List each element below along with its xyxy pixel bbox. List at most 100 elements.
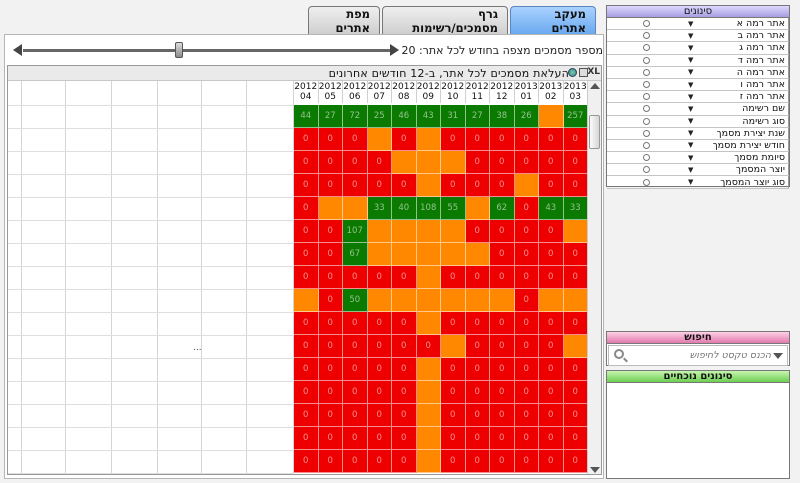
- heatmap-cell[interactable]: 0: [465, 427, 490, 450]
- excel-export-icon[interactable]: XL: [587, 67, 600, 77]
- heatmap-cell[interactable]: 0: [563, 381, 588, 404]
- heatmap-cell[interactable]: 33: [367, 197, 392, 220]
- tab-site-map[interactable]: מפת אתרים: [308, 6, 380, 35]
- heatmap-cell[interactable]: 0: [318, 312, 343, 335]
- heatmap-cell[interactable]: 0: [441, 312, 466, 335]
- heatmap-cell[interactable]: 0: [392, 450, 417, 473]
- heatmap-cell[interactable]: 0: [465, 174, 490, 197]
- dropdown-arrow-icon[interactable]: ▼: [688, 105, 693, 113]
- heatmap-cell[interactable]: [416, 266, 441, 289]
- heatmap-cell[interactable]: 0: [514, 289, 539, 312]
- heatmap-cell[interactable]: 0: [441, 450, 466, 473]
- heatmap-cell[interactable]: [514, 174, 539, 197]
- heatmap-cell[interactable]: [441, 151, 466, 174]
- heatmap-cell[interactable]: 0: [490, 174, 515, 197]
- heatmap-cell[interactable]: 0: [343, 381, 368, 404]
- heatmap-cell[interactable]: 0: [318, 335, 343, 358]
- heatmap-cell[interactable]: [563, 289, 588, 312]
- heatmap-cell[interactable]: 0: [392, 335, 417, 358]
- heatmap-cell[interactable]: 0: [318, 427, 343, 450]
- search-input[interactable]: [633, 348, 771, 363]
- heatmap-cell[interactable]: 0: [490, 128, 515, 151]
- heatmap-cell[interactable]: 0: [392, 381, 417, 404]
- filter-dropdown[interactable]: אתר רמה ד ▼: [685, 54, 789, 66]
- heatmap-cell[interactable]: 0: [441, 404, 466, 427]
- dropdown-arrow-icon[interactable]: ▼: [688, 154, 693, 162]
- filter-radio[interactable]: [642, 32, 650, 40]
- heatmap-cell[interactable]: 25: [367, 105, 392, 128]
- heatmap-cell[interactable]: 0: [441, 427, 466, 450]
- heatmap-cell[interactable]: 0: [539, 174, 564, 197]
- filter-radio[interactable]: [642, 166, 650, 174]
- heatmap-cell[interactable]: 0: [465, 266, 490, 289]
- filter-dropdown[interactable]: שנת יצירת מסמך ▼: [685, 127, 789, 139]
- heatmap-cell[interactable]: 0: [343, 358, 368, 381]
- heatmap-cell[interactable]: [416, 128, 441, 151]
- heatmap-cell[interactable]: 0: [539, 128, 564, 151]
- heatmap-cell[interactable]: 0: [318, 151, 343, 174]
- heatmap-cell[interactable]: 0: [490, 220, 515, 243]
- dropdown-arrow-icon[interactable]: ▼: [688, 20, 693, 28]
- heatmap-cell[interactable]: 26: [514, 105, 539, 128]
- scroll-thumb[interactable]: [589, 115, 600, 149]
- heatmap-cell[interactable]: 0: [563, 151, 588, 174]
- heatmap-cell[interactable]: 0: [514, 197, 539, 220]
- filter-radio[interactable]: [642, 44, 650, 52]
- heatmap-cell[interactable]: [465, 289, 490, 312]
- heatmap-cell[interactable]: 0: [465, 151, 490, 174]
- heatmap-cell[interactable]: [367, 128, 392, 151]
- filter-radio[interactable]: [642, 129, 650, 137]
- heatmap-cell[interactable]: 0: [514, 266, 539, 289]
- heatmap-cell[interactable]: 0: [392, 312, 417, 335]
- heatmap-cell[interactable]: 0: [294, 220, 319, 243]
- heatmap-cell[interactable]: 0: [367, 312, 392, 335]
- filter-dropdown[interactable]: אתר רמה ב ▼: [685, 30, 789, 42]
- heatmap-cell[interactable]: 0: [514, 220, 539, 243]
- heatmap-cell[interactable]: [318, 197, 343, 220]
- filter-dropdown[interactable]: שם רשימה ▼: [685, 103, 789, 115]
- heatmap-cell[interactable]: 0: [490, 404, 515, 427]
- heatmap-cell[interactable]: 0: [539, 220, 564, 243]
- heatmap-cell[interactable]: 62: [490, 197, 515, 220]
- heatmap-cell[interactable]: 0: [343, 174, 368, 197]
- heatmap-cell[interactable]: 0: [539, 266, 564, 289]
- slider-thumb[interactable]: [175, 42, 183, 58]
- heatmap-cell[interactable]: 0: [318, 128, 343, 151]
- heatmap-cell[interactable]: 0: [465, 335, 490, 358]
- heatmap-cell[interactable]: [441, 220, 466, 243]
- heatmap-cell[interactable]: 0: [563, 404, 588, 427]
- heatmap-cell[interactable]: 0: [441, 128, 466, 151]
- heatmap-cell[interactable]: [465, 243, 490, 266]
- filter-dropdown[interactable]: אתר רמה ג ▼: [685, 42, 789, 54]
- heatmap-cell[interactable]: 0: [539, 151, 564, 174]
- heatmap-cell[interactable]: 0: [563, 450, 588, 473]
- heatmap-cell[interactable]: 55: [441, 197, 466, 220]
- filter-dropdown[interactable]: אתר רמה ז ▼: [685, 91, 789, 103]
- globe-icon[interactable]: [568, 68, 577, 77]
- heatmap-cell[interactable]: [539, 105, 564, 128]
- heatmap-cell[interactable]: 38: [490, 105, 515, 128]
- dropdown-arrow-icon[interactable]: ▼: [688, 68, 693, 76]
- dropdown-arrow-icon[interactable]: ▼: [688, 81, 693, 89]
- heatmap-cell[interactable]: [416, 174, 441, 197]
- heatmap-cell[interactable]: 0: [367, 358, 392, 381]
- heatmap-cell[interactable]: [563, 335, 588, 358]
- heatmap-cell[interactable]: [465, 197, 490, 220]
- heatmap-cell[interactable]: 0: [490, 358, 515, 381]
- heatmap-cell[interactable]: 0: [318, 266, 343, 289]
- heatmap-cell[interactable]: 0: [392, 174, 417, 197]
- heatmap-cell[interactable]: 0: [416, 335, 441, 358]
- filter-dropdown[interactable]: סוג יוצר המסמך ▼: [685, 176, 789, 188]
- heatmap-cell[interactable]: [416, 427, 441, 450]
- filter-dropdown[interactable]: אתר רמה ה ▼: [685, 66, 789, 78]
- heatmap-cell[interactable]: 0: [490, 243, 515, 266]
- heatmap-cell[interactable]: 0: [465, 358, 490, 381]
- filter-radio[interactable]: [642, 68, 650, 76]
- heatmap-cell[interactable]: [416, 358, 441, 381]
- dropdown-arrow-icon[interactable]: ▼: [688, 44, 693, 52]
- tab-site-tracking[interactable]: מעקב אתרים: [510, 6, 596, 35]
- heatmap-cell[interactable]: 0: [563, 128, 588, 151]
- heatmap-cell[interactable]: [441, 335, 466, 358]
- heatmap-cell[interactable]: 40: [392, 197, 417, 220]
- heatmap-cell[interactable]: 0: [465, 404, 490, 427]
